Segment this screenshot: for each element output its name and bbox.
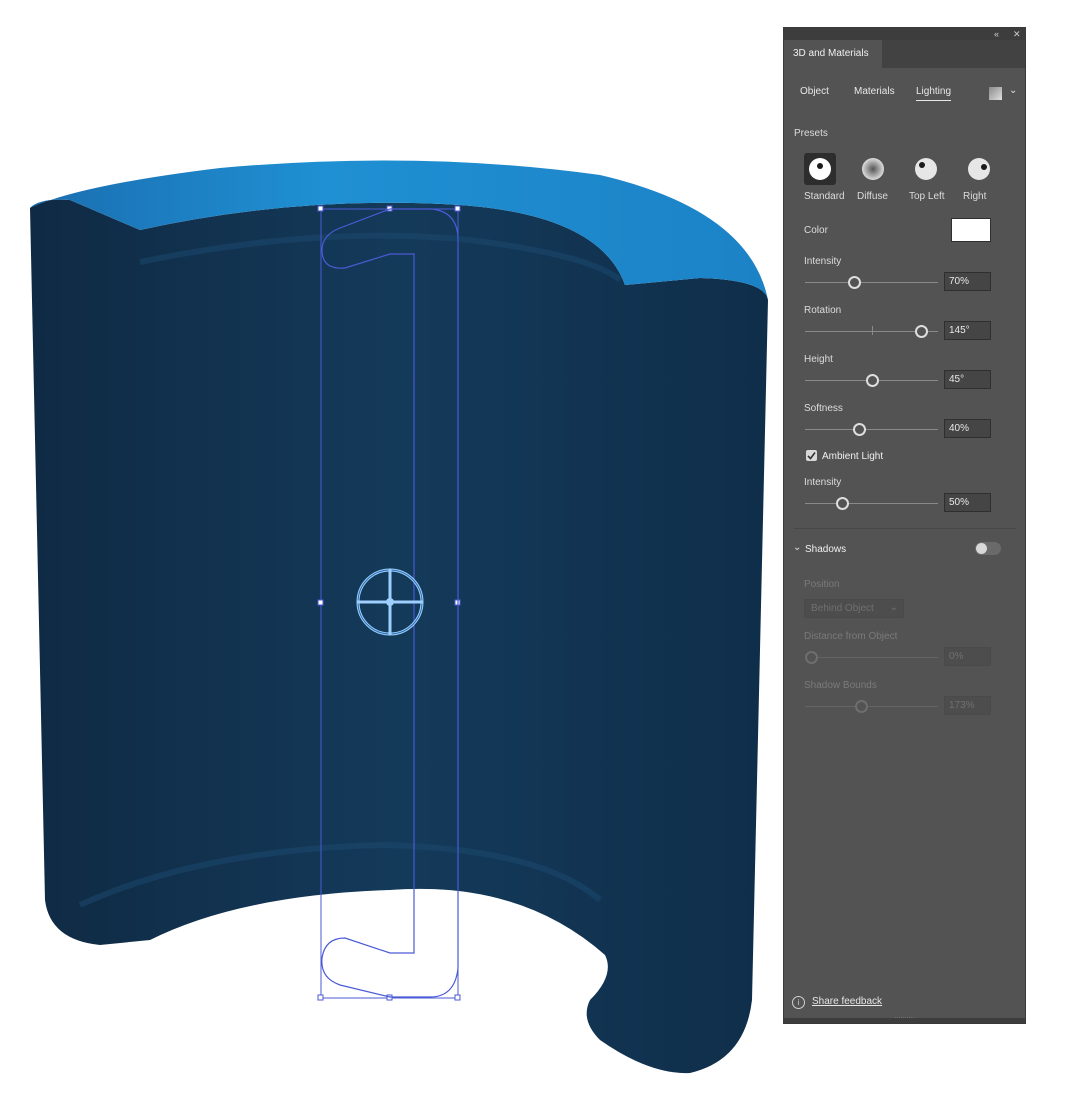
collapse-icon[interactable]: « [994, 28, 999, 40]
chevron-down-icon: ⌄ [889, 602, 898, 613]
softness-slider-handle[interactable] [853, 423, 866, 436]
shadow-bounds-label: Shadow Bounds [804, 680, 877, 691]
checkmark-icon [807, 452, 816, 460]
intensity-label: Intensity [804, 256, 842, 267]
height-slider-handle[interactable] [866, 374, 879, 387]
info-icon: i [792, 996, 805, 1009]
color-label: Color [804, 225, 828, 236]
rotation-slider-handle[interactable] [915, 325, 928, 338]
ambient-intensity-label: Intensity [804, 477, 842, 488]
softness-label: Softness [804, 403, 843, 414]
distance-label: Distance from Object [804, 631, 898, 642]
shadows-chevron-icon[interactable]: ⌄ [793, 542, 801, 553]
standard-light-icon [809, 158, 831, 180]
intensity-value-field[interactable]: 70% [944, 272, 991, 291]
top-left-light-icon [915, 158, 937, 180]
render-options-icon[interactable] [989, 87, 1002, 100]
distance-slider[interactable] [805, 657, 938, 658]
intensity-slider[interactable] [805, 282, 938, 283]
distance-value-field[interactable]: 0% [944, 647, 991, 666]
panel-bottom-bar [784, 1018, 1025, 1023]
preset-top-left-label: Top Left [909, 191, 945, 202]
rotation-value-field[interactable]: 145° [944, 321, 991, 340]
distance-slider-handle[interactable] [805, 651, 818, 664]
diffuse-light-icon [862, 158, 884, 180]
ambient-light-checkbox[interactable] [806, 450, 817, 461]
height-label: Height [804, 354, 833, 365]
tab-lighting[interactable]: Lighting [916, 86, 952, 101]
3d-materials-panel: « ✕ 3D and Materials Object Materials Li… [783, 27, 1026, 1024]
ambient-light-label[interactable]: Ambient Light [822, 451, 883, 462]
preset-standard-label: Standard [804, 191, 845, 202]
shadow-bounds-slider[interactable] [805, 706, 938, 707]
softness-slider[interactable] [805, 429, 938, 430]
shadow-position-dropdown[interactable]: Behind Object ⌄ [804, 599, 904, 618]
height-value-field[interactable]: 45° [944, 370, 991, 389]
shadow-bounds-value-field[interactable]: 173% [944, 696, 991, 715]
preset-diffuse-label: Diffuse [857, 191, 888, 202]
toggle-knob [976, 543, 987, 554]
shadows-section-label[interactable]: Shadows [805, 544, 846, 555]
preset-right-label: Right [963, 191, 987, 202]
shadow-position-label: Position [804, 579, 840, 590]
preset-top-left-button[interactable] [910, 153, 942, 185]
ambient-intensity-value-field[interactable]: 50% [944, 493, 991, 512]
tab-object[interactable]: Object [800, 86, 829, 97]
color-swatch[interactable] [951, 218, 991, 242]
ambient-intensity-slider-handle[interactable] [836, 497, 849, 510]
tab-materials[interactable]: Materials [854, 86, 895, 97]
shadow-position-value: Behind Object [811, 603, 874, 614]
ambient-intensity-slider[interactable] [805, 503, 938, 504]
preset-right-button[interactable] [963, 153, 995, 185]
section-divider [794, 528, 1016, 529]
cylinder-body [30, 199, 768, 1074]
right-light-icon [968, 158, 990, 180]
rotation-center-tick [872, 326, 873, 335]
panel-titlebar: « ✕ [784, 28, 1025, 40]
preset-diffuse-button[interactable] [857, 153, 889, 185]
softness-value-field[interactable]: 40% [944, 419, 991, 438]
shadow-bounds-slider-handle[interactable] [855, 700, 868, 713]
intensity-slider-handle[interactable] [848, 276, 861, 289]
panel-tabstrip: 3D and Materials [784, 40, 1025, 68]
chevron-down-icon[interactable]: ⌄ [1009, 85, 1017, 96]
rotation-widget-icon[interactable] [356, 568, 424, 636]
rotation-label: Rotation [804, 305, 842, 316]
share-feedback-link[interactable]: Share feedback [812, 996, 882, 1007]
panel-tab-3d-materials[interactable]: 3D and Materials [784, 40, 882, 68]
shadows-toggle[interactable] [975, 542, 1001, 555]
preset-standard-button[interactable] [804, 153, 836, 185]
presets-label: Presets [794, 128, 828, 139]
canvas-artwork [30, 160, 768, 1074]
close-icon[interactable]: ✕ [1013, 28, 1021, 40]
